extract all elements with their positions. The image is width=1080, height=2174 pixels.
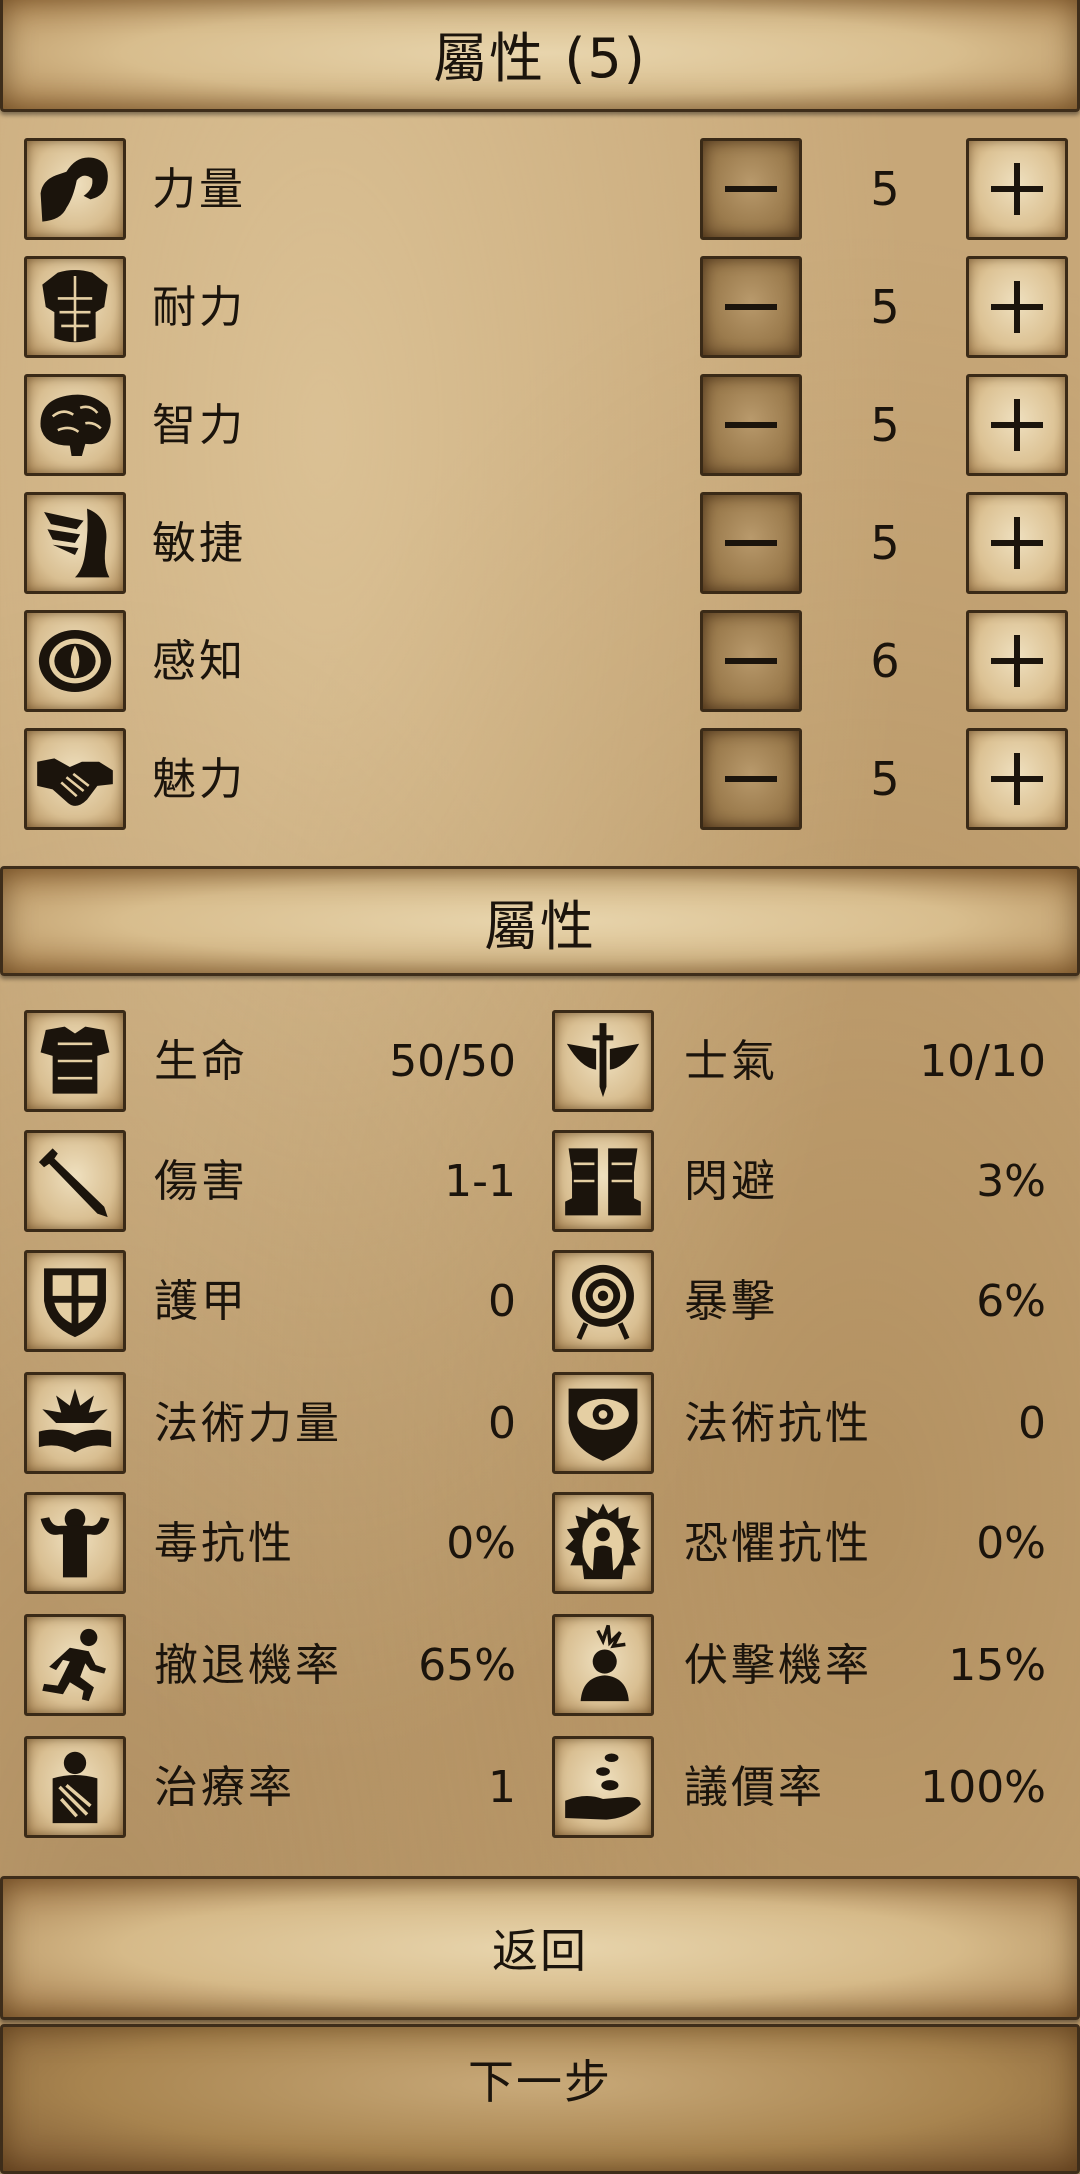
stat-value: 100%: [920, 1762, 1046, 1813]
attribute-label: 敏捷: [152, 518, 246, 569]
attribute-row-charisma: 魅力 5: [0, 728, 1080, 834]
attribute-value: 5: [870, 280, 900, 334]
attribute-value: 5: [870, 752, 900, 806]
intelligence-decrease-button[interactable]: [700, 374, 802, 476]
boots-icon: [552, 1130, 654, 1232]
stat-row-ambush-chance: 伏擊機率 15%: [0, 1614, 1080, 1720]
handshake-icon: [24, 728, 126, 830]
stat-row-dodge: 閃避 3%: [0, 1130, 1080, 1236]
stat-label: 暴擊: [684, 1276, 778, 1327]
back-button[interactable]: 返回: [0, 1876, 1080, 2020]
brain-icon: [24, 374, 126, 476]
attribute-row-perception: 感知 6: [0, 610, 1080, 716]
plus-icon: [991, 399, 1043, 451]
winged-foot-icon: [24, 492, 126, 594]
strength-decrease-button[interactable]: [700, 138, 802, 240]
target-icon: [552, 1250, 654, 1352]
stat-row-morale: 士氣 10/10: [0, 1010, 1080, 1116]
stat-row-barter-rate: 議價率 100%: [0, 1736, 1080, 1842]
attribute-label: 感知: [152, 636, 246, 687]
perception-decrease-button[interactable]: [700, 610, 802, 712]
attribute-label: 力量: [152, 164, 246, 215]
stat-label: 伏擊機率: [684, 1640, 872, 1691]
stat-label: 士氣: [684, 1036, 778, 1087]
minus-icon: [725, 517, 777, 569]
attributes-header: 屬性 (5): [0, 0, 1080, 112]
stat-label: 議價率: [684, 1762, 825, 1813]
stat-value: 3%: [976, 1156, 1046, 1207]
plus-icon: [991, 281, 1043, 333]
intelligence-increase-button[interactable]: [966, 374, 1068, 476]
torso-armor-icon: [24, 256, 126, 358]
stat-row-fear-resist: 恐懼抗性 0%: [0, 1492, 1080, 1598]
back-button-label: 返回: [492, 1924, 588, 1978]
attribute-row-strength: 力量 5: [0, 138, 1080, 244]
stat-label: 恐懼抗性: [684, 1518, 872, 1569]
plus-icon: [991, 635, 1043, 687]
endurance-decrease-button[interactable]: [700, 256, 802, 358]
stats-header-title: 屬性: [484, 894, 596, 958]
plus-icon: [991, 517, 1043, 569]
stat-value: 10/10: [919, 1036, 1046, 1087]
stat-value: 0: [1018, 1398, 1046, 1449]
minus-icon: [725, 635, 777, 687]
stat-value: 0%: [976, 1518, 1046, 1569]
coins-hand-icon: [552, 1736, 654, 1838]
attribute-value: 5: [870, 398, 900, 452]
attributes-header-title: 屬性 (5): [433, 26, 647, 90]
endurance-increase-button[interactable]: [966, 256, 1068, 358]
stats-header: 屬性: [0, 866, 1080, 976]
attribute-value: 5: [870, 162, 900, 216]
minus-icon: [725, 163, 777, 215]
next-button[interactable]: 下一步: [0, 2024, 1080, 2174]
stat-value: 15%: [948, 1640, 1046, 1691]
attribute-value: 6: [870, 634, 900, 688]
charisma-increase-button[interactable]: [966, 728, 1068, 830]
attribute-value: 5: [870, 516, 900, 570]
attribute-label: 智力: [152, 400, 246, 451]
stat-label: 法術抗性: [684, 1398, 872, 1449]
attribute-row-intelligence: 智力 5: [0, 374, 1080, 480]
aura-figure-icon: [552, 1492, 654, 1594]
stat-value: 6%: [976, 1276, 1046, 1327]
minus-icon: [725, 753, 777, 805]
agility-decrease-button[interactable]: [700, 492, 802, 594]
flexed-arm-icon: [24, 138, 126, 240]
eye-icon: [24, 610, 126, 712]
eye-shield-icon: [552, 1372, 654, 1474]
minus-icon: [725, 399, 777, 451]
attribute-label: 魅力: [152, 754, 246, 805]
next-button-label: 下一步: [468, 2055, 612, 2109]
perception-increase-button[interactable]: [966, 610, 1068, 712]
winged-sword-icon: [552, 1010, 654, 1112]
stat-row-spell-resist: 法術抗性 0: [0, 1372, 1080, 1478]
attribute-row-agility: 敏捷 5: [0, 492, 1080, 598]
attribute-row-endurance: 耐力 5: [0, 256, 1080, 362]
minus-icon: [725, 281, 777, 333]
plus-icon: [991, 163, 1043, 215]
stat-row-critical: 暴擊 6%: [0, 1250, 1080, 1356]
strength-increase-button[interactable]: [966, 138, 1068, 240]
attribute-label: 耐力: [152, 282, 246, 333]
charisma-decrease-button[interactable]: [700, 728, 802, 830]
plus-icon: [991, 753, 1043, 805]
agility-increase-button[interactable]: [966, 492, 1068, 594]
ambush-figure-icon: [552, 1614, 654, 1716]
stat-label: 閃避: [684, 1156, 778, 1207]
